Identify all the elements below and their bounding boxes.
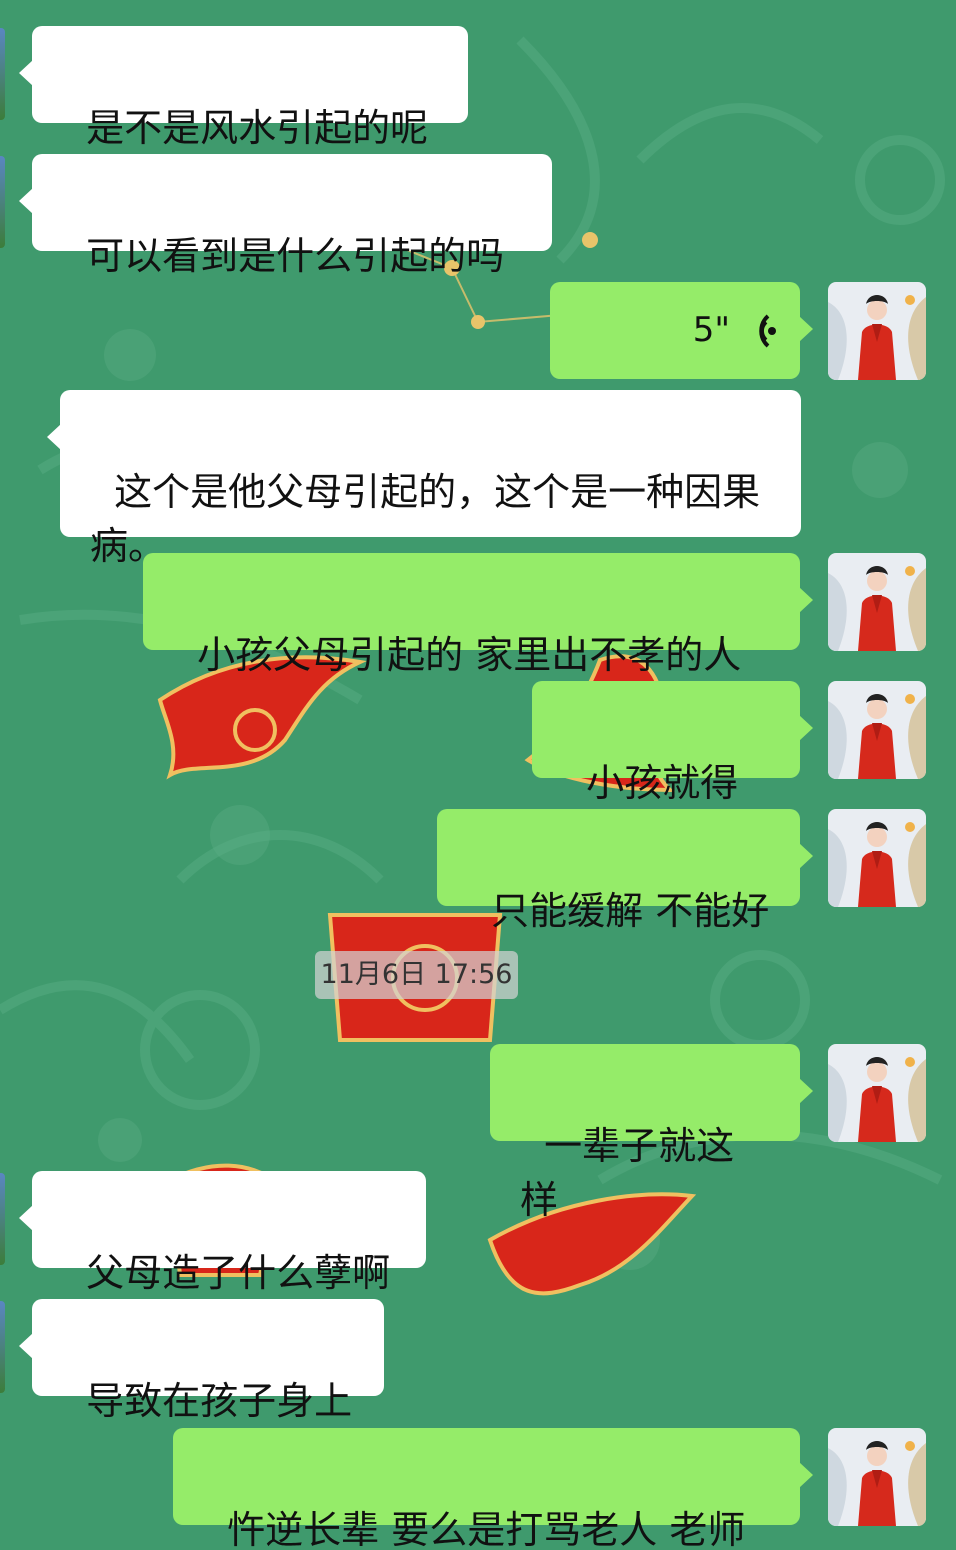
- message-bubble-outgoing[interactable]: 小孩父母引起的 家里出不孝的人: [143, 553, 813, 677]
- message-bubble-incoming[interactable]: 这个是他父母引起的，这个是一种因果病。: [47, 390, 801, 568]
- user-avatar-icon[interactable]: [828, 681, 926, 779]
- avatar-image: [828, 1044, 926, 1142]
- message-text: 是不是风水引起的呢: [86, 106, 429, 150]
- message-bubble-outgoing[interactable]: 只能缓解 不能好: [437, 809, 813, 933]
- message-text: 父母造了什么孽啊: [86, 1251, 391, 1295]
- user-avatar-icon[interactable]: [828, 282, 926, 380]
- user-avatar-icon[interactable]: [828, 809, 926, 907]
- message-text: 小孩父母引起的 家里出不孝的人: [197, 633, 742, 677]
- avatar-image: [828, 553, 926, 651]
- message-bubble-outgoing[interactable]: 忤逆长辈 要么是打骂老人 老师: [173, 1428, 813, 1550]
- message-bubble-incoming[interactable]: 是不是风水引起的呢: [19, 26, 468, 150]
- voice-duration: 5": [692, 310, 730, 350]
- avatar-image: [828, 1428, 926, 1526]
- message-bubble-incoming[interactable]: 导致在孩子身上: [19, 1299, 384, 1423]
- avatar-image: [828, 681, 926, 779]
- message-text: 可以看到是什么引起的吗: [86, 234, 505, 278]
- user-avatar-icon[interactable]: [828, 1044, 926, 1142]
- message-text: 导致在孩子身上: [86, 1379, 353, 1423]
- avatar-image: [828, 282, 926, 380]
- voice-wave-icon: [759, 314, 776, 348]
- other-avatar-edge[interactable]: [0, 1301, 5, 1393]
- message-text: 忤逆长辈 要么是打骂老人 老师: [227, 1508, 746, 1550]
- user-avatar-icon[interactable]: [828, 553, 926, 651]
- message-bubble-incoming[interactable]: 父母造了什么孽啊: [19, 1171, 426, 1295]
- message-text: 只能缓解 不能好: [491, 889, 770, 933]
- message-bubble-incoming[interactable]: 可以看到是什么引起的吗: [19, 154, 552, 278]
- other-avatar-edge[interactable]: [0, 1173, 5, 1265]
- avatar-image: [828, 809, 926, 907]
- voice-message-bubble[interactable]: 5": [550, 282, 813, 379]
- user-avatar-icon[interactable]: [828, 1428, 926, 1526]
- other-avatar-edge[interactable]: [0, 28, 5, 120]
- message-bubble-outgoing[interactable]: 小孩就得病: [532, 681, 813, 859]
- chat-timestamp: 11月6日 17:56: [315, 951, 518, 999]
- other-avatar-edge[interactable]: [0, 156, 5, 248]
- message-bubble-outgoing[interactable]: 一辈子就这样: [490, 1044, 813, 1222]
